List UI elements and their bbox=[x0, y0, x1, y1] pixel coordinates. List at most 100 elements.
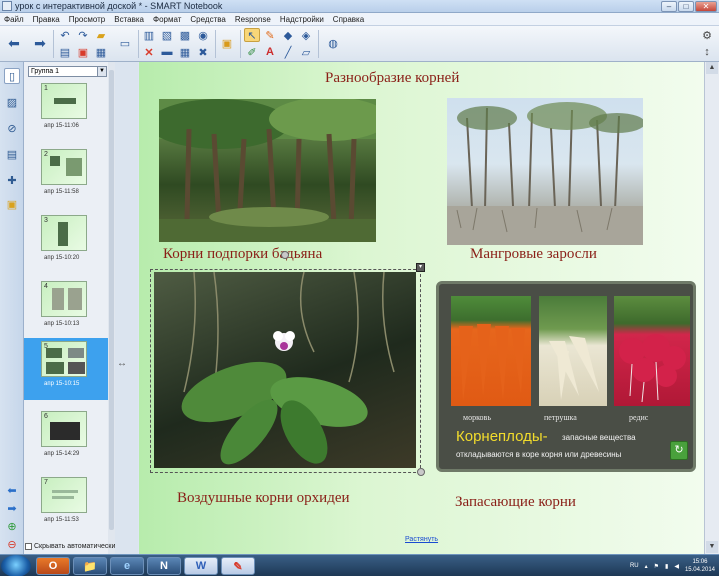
carrot-label: морковь bbox=[463, 413, 491, 422]
taskbar-app-word[interactable]: W bbox=[184, 557, 218, 575]
banyan-roots-photo[interactable] bbox=[159, 99, 376, 242]
undo-icon[interactable]: ↶ bbox=[57, 28, 73, 42]
return-arrow-icon[interactable]: ↻ bbox=[670, 441, 688, 460]
root-vegetables-panel[interactable]: морковь петрушка редис Корнеплоды- запас… bbox=[436, 281, 696, 472]
panel-divider[interactable]: ↔ bbox=[115, 62, 138, 554]
select-pointer-icon[interactable]: ↖ bbox=[244, 28, 260, 42]
panel-text-line2: откладываются в коре корня или древесины bbox=[456, 450, 622, 459]
flag-icon[interactable]: ⚑ bbox=[654, 563, 659, 570]
close-button[interactable]: ✕ bbox=[695, 1, 717, 12]
add-page-icon[interactable]: ▤ bbox=[57, 45, 73, 59]
table-icon[interactable]: ▦ bbox=[177, 45, 193, 59]
response-tab-icon[interactable]: ▣ bbox=[4, 196, 20, 212]
scroll-up-icon[interactable]: ▲ bbox=[706, 62, 718, 74]
forward-arrow-icon[interactable]: ➡ bbox=[32, 35, 48, 51]
menu-edit[interactable]: Правка bbox=[33, 15, 60, 24]
page-thumbnail[interactable]: 2 апр 15-11:58 bbox=[24, 146, 115, 208]
screen-capture-icon[interactable]: ▧ bbox=[159, 28, 175, 42]
web-icon[interactable]: ◉ bbox=[195, 28, 211, 42]
page-label: апр 15-10:15 bbox=[44, 381, 80, 387]
chevron-down-icon[interactable]: ▼ bbox=[97, 67, 106, 76]
volume-icon[interactable]: ◀ bbox=[674, 563, 679, 570]
delete-page-icon[interactable]: ▣ bbox=[75, 45, 91, 59]
clock[interactable]: 15:06 15.04.2014 bbox=[685, 558, 715, 574]
menu-addons[interactable]: Надстройки bbox=[280, 15, 324, 24]
sorter-scrollbar[interactable] bbox=[108, 62, 115, 554]
page-thumbnail-selected[interactable]: 5 апр 15-10:15 bbox=[24, 338, 115, 400]
menu-tools[interactable]: Средства bbox=[190, 15, 225, 24]
resize-arrows-icon[interactable]: ↔ bbox=[117, 358, 127, 369]
eraser-icon[interactable]: ▱ bbox=[298, 45, 314, 59]
gallery-tab-icon[interactable]: ▨ bbox=[4, 94, 20, 110]
screen-shade-icon[interactable]: ▬ bbox=[159, 45, 175, 59]
canvas-scrollbar[interactable]: ▲ ▼ bbox=[704, 62, 719, 554]
slide-canvas[interactable]: Разнообразие корней Корни подпорки бадья… bbox=[139, 62, 704, 554]
add-icon[interactable]: ⊕ bbox=[4, 518, 20, 534]
toolbar-position-icon[interactable]: ↕ bbox=[699, 45, 715, 59]
extra-tools-icon[interactable]: ◍ bbox=[325, 36, 341, 50]
lesson-activity-icon[interactable]: ✖ bbox=[195, 45, 211, 59]
page-thumbnail[interactable]: 7 апр 15-11:53 bbox=[24, 474, 115, 536]
page-thumbnail[interactable]: 3 апр 15-10:20 bbox=[24, 212, 115, 274]
page-thumbnail[interactable]: 1 апр 15-11:06 bbox=[24, 80, 115, 142]
fill-icon[interactable]: ◈ bbox=[298, 28, 314, 42]
save-icon[interactable]: ▦ bbox=[93, 45, 109, 59]
menu-insert[interactable]: Вставка bbox=[114, 15, 144, 24]
menu-help[interactable]: Справка bbox=[333, 15, 364, 24]
taskbar-app-notebook[interactable]: N bbox=[147, 557, 181, 575]
pens-icon[interactable]: ✐ bbox=[244, 45, 260, 59]
network-icon[interactable]: ▮ bbox=[665, 563, 668, 570]
menu-response[interactable]: Response bbox=[235, 15, 271, 24]
attachments-tab-icon[interactable]: ⊘ bbox=[4, 120, 20, 136]
paste-icon[interactable]: ▥ bbox=[141, 28, 157, 42]
delete-icon[interactable]: ✕ bbox=[141, 45, 157, 59]
page-thumbnail[interactable]: 4 апр 15-10:13 bbox=[24, 278, 115, 340]
resize-handle[interactable] bbox=[417, 468, 425, 476]
autohide-option[interactable]: Скрывать автоматически bbox=[25, 543, 115, 550]
remove-icon[interactable]: ⊖ bbox=[4, 536, 20, 552]
magic-pen-icon[interactable]: ✎ bbox=[262, 28, 278, 42]
menu-view[interactable]: Просмотр bbox=[69, 15, 106, 24]
parsley-root-photo bbox=[539, 296, 607, 406]
start-button[interactable] bbox=[1, 555, 31, 576]
move-left-arrow-icon[interactable]: ⬅ bbox=[4, 482, 20, 498]
page-number: 1 bbox=[44, 85, 48, 92]
taskbar-app-media[interactable]: O bbox=[36, 557, 70, 575]
move-right-arrow-icon[interactable]: ➡ bbox=[4, 500, 20, 516]
mangrove-photo[interactable] bbox=[447, 98, 643, 245]
settings-gear-icon[interactable]: ⚙ bbox=[699, 28, 715, 42]
scroll-down-icon[interactable]: ▼ bbox=[706, 541, 718, 553]
screen-icon[interactable]: ▭ bbox=[117, 36, 133, 50]
page-sorter-tab-icon[interactable]: ▯ bbox=[4, 68, 20, 84]
page-number: 3 bbox=[44, 217, 48, 224]
taskbar-app-explorer[interactable]: 📁 bbox=[73, 557, 107, 575]
selection-box[interactable] bbox=[150, 269, 421, 473]
tray-arrow-icon[interactable]: ▴ bbox=[645, 563, 648, 570]
back-arrow-icon[interactable]: ⬅ bbox=[6, 35, 22, 51]
page-thumbnail[interactable]: 6 апр 15-14:29 bbox=[24, 408, 115, 470]
minimize-button[interactable]: – bbox=[661, 1, 677, 12]
redo-icon[interactable]: ↷ bbox=[75, 28, 91, 42]
properties-icon[interactable]: ▣ bbox=[219, 36, 235, 50]
group-select[interactable]: Группа 1 ▼ bbox=[28, 66, 107, 77]
addons-tab-icon[interactable]: ✚ bbox=[4, 172, 20, 188]
rotate-handle[interactable] bbox=[281, 251, 289, 259]
grow-link[interactable]: Растянуть bbox=[405, 536, 438, 543]
properties-tab-icon[interactable]: ▤ bbox=[4, 146, 20, 162]
open-folder-icon[interactable]: ▰ bbox=[93, 28, 109, 42]
text-icon[interactable]: A bbox=[262, 45, 278, 59]
taskbar-app-paint[interactable]: ✎ bbox=[221, 557, 255, 575]
line-icon[interactable]: ╱ bbox=[280, 45, 296, 59]
group-select-value: Группа 1 bbox=[31, 68, 60, 75]
parsley-label: петрушка bbox=[544, 413, 577, 422]
document-camera-icon[interactable]: ▩ bbox=[177, 28, 193, 42]
object-menu-icon[interactable]: ▾ bbox=[416, 263, 425, 272]
menu-format[interactable]: Формат bbox=[153, 15, 181, 24]
language-indicator[interactable]: RU bbox=[630, 563, 639, 569]
banyan-caption: Корни подпорки бадьяна bbox=[163, 246, 323, 262]
menu-file[interactable]: Файл bbox=[4, 15, 24, 24]
maximize-button[interactable]: □ bbox=[678, 1, 694, 12]
autohide-checkbox[interactable] bbox=[25, 543, 32, 550]
shapes-icon[interactable]: ◆ bbox=[280, 28, 296, 42]
taskbar-app-browser[interactable]: e bbox=[110, 557, 144, 575]
